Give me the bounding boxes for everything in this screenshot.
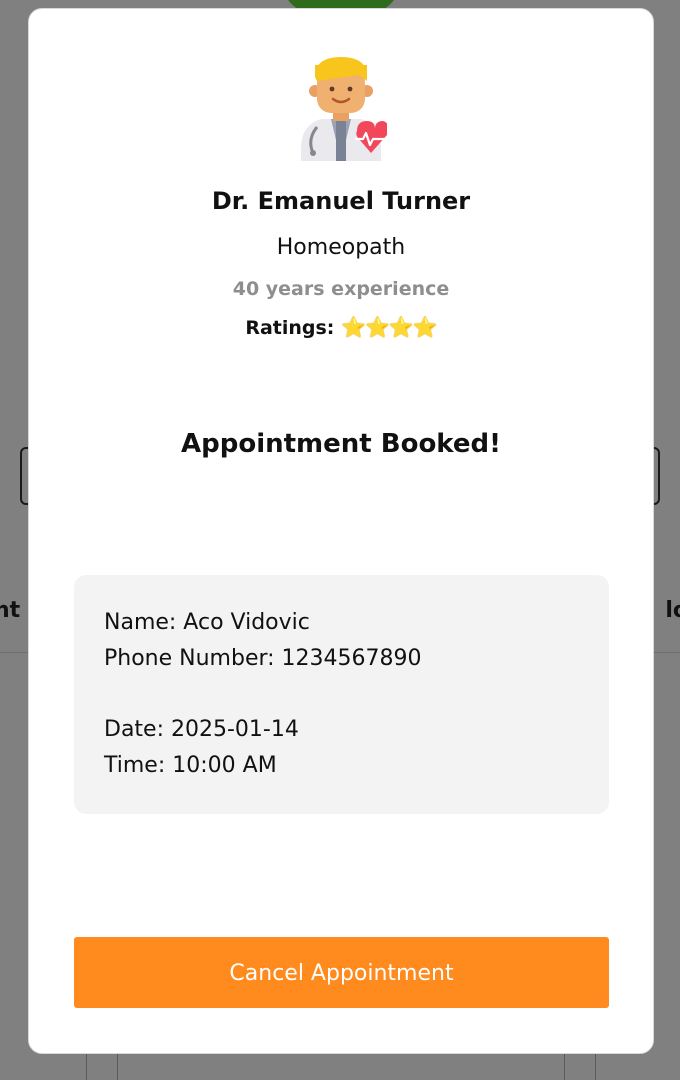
doctor-name: Dr. Emanuel Turner xyxy=(211,187,471,215)
background-tab-left: nt xyxy=(0,598,21,623)
cancel-appointment-button[interactable]: Cancel Appointment xyxy=(74,937,609,1008)
appointment-time: Time: 10:00 AM xyxy=(104,753,277,778)
doctor-ratings: Ratings: ⭐⭐⭐⭐ xyxy=(29,315,653,339)
background-tab-right: lo xyxy=(665,598,680,623)
booking-confirmation-title: Appointment Booked! xyxy=(180,429,501,459)
background-column-line xyxy=(595,1052,596,1080)
doctor-specialty: Homeopath xyxy=(276,235,406,260)
booking-details-card: Name: Aco Vidovic Phone Number: 12345678… xyxy=(74,575,609,814)
background-column-line xyxy=(117,1052,118,1080)
rating-stars-icon: ⭐⭐⭐⭐ xyxy=(341,315,438,339)
background-column-line xyxy=(564,1052,565,1080)
patient-name: Name: Aco Vidovic xyxy=(104,610,310,635)
background-column-line xyxy=(86,1052,87,1080)
doctor-experience: 40 years experience xyxy=(232,278,450,300)
patient-phone: Phone Number: 1234567890 xyxy=(104,646,422,671)
ratings-label: Ratings: xyxy=(245,317,335,339)
doctor-avatar-icon xyxy=(301,57,387,161)
appointment-date: Date: 2025-01-14 xyxy=(104,717,299,742)
appointment-modal: Dr. Emanuel Turner Homeopath 40 years ex… xyxy=(28,8,654,1054)
